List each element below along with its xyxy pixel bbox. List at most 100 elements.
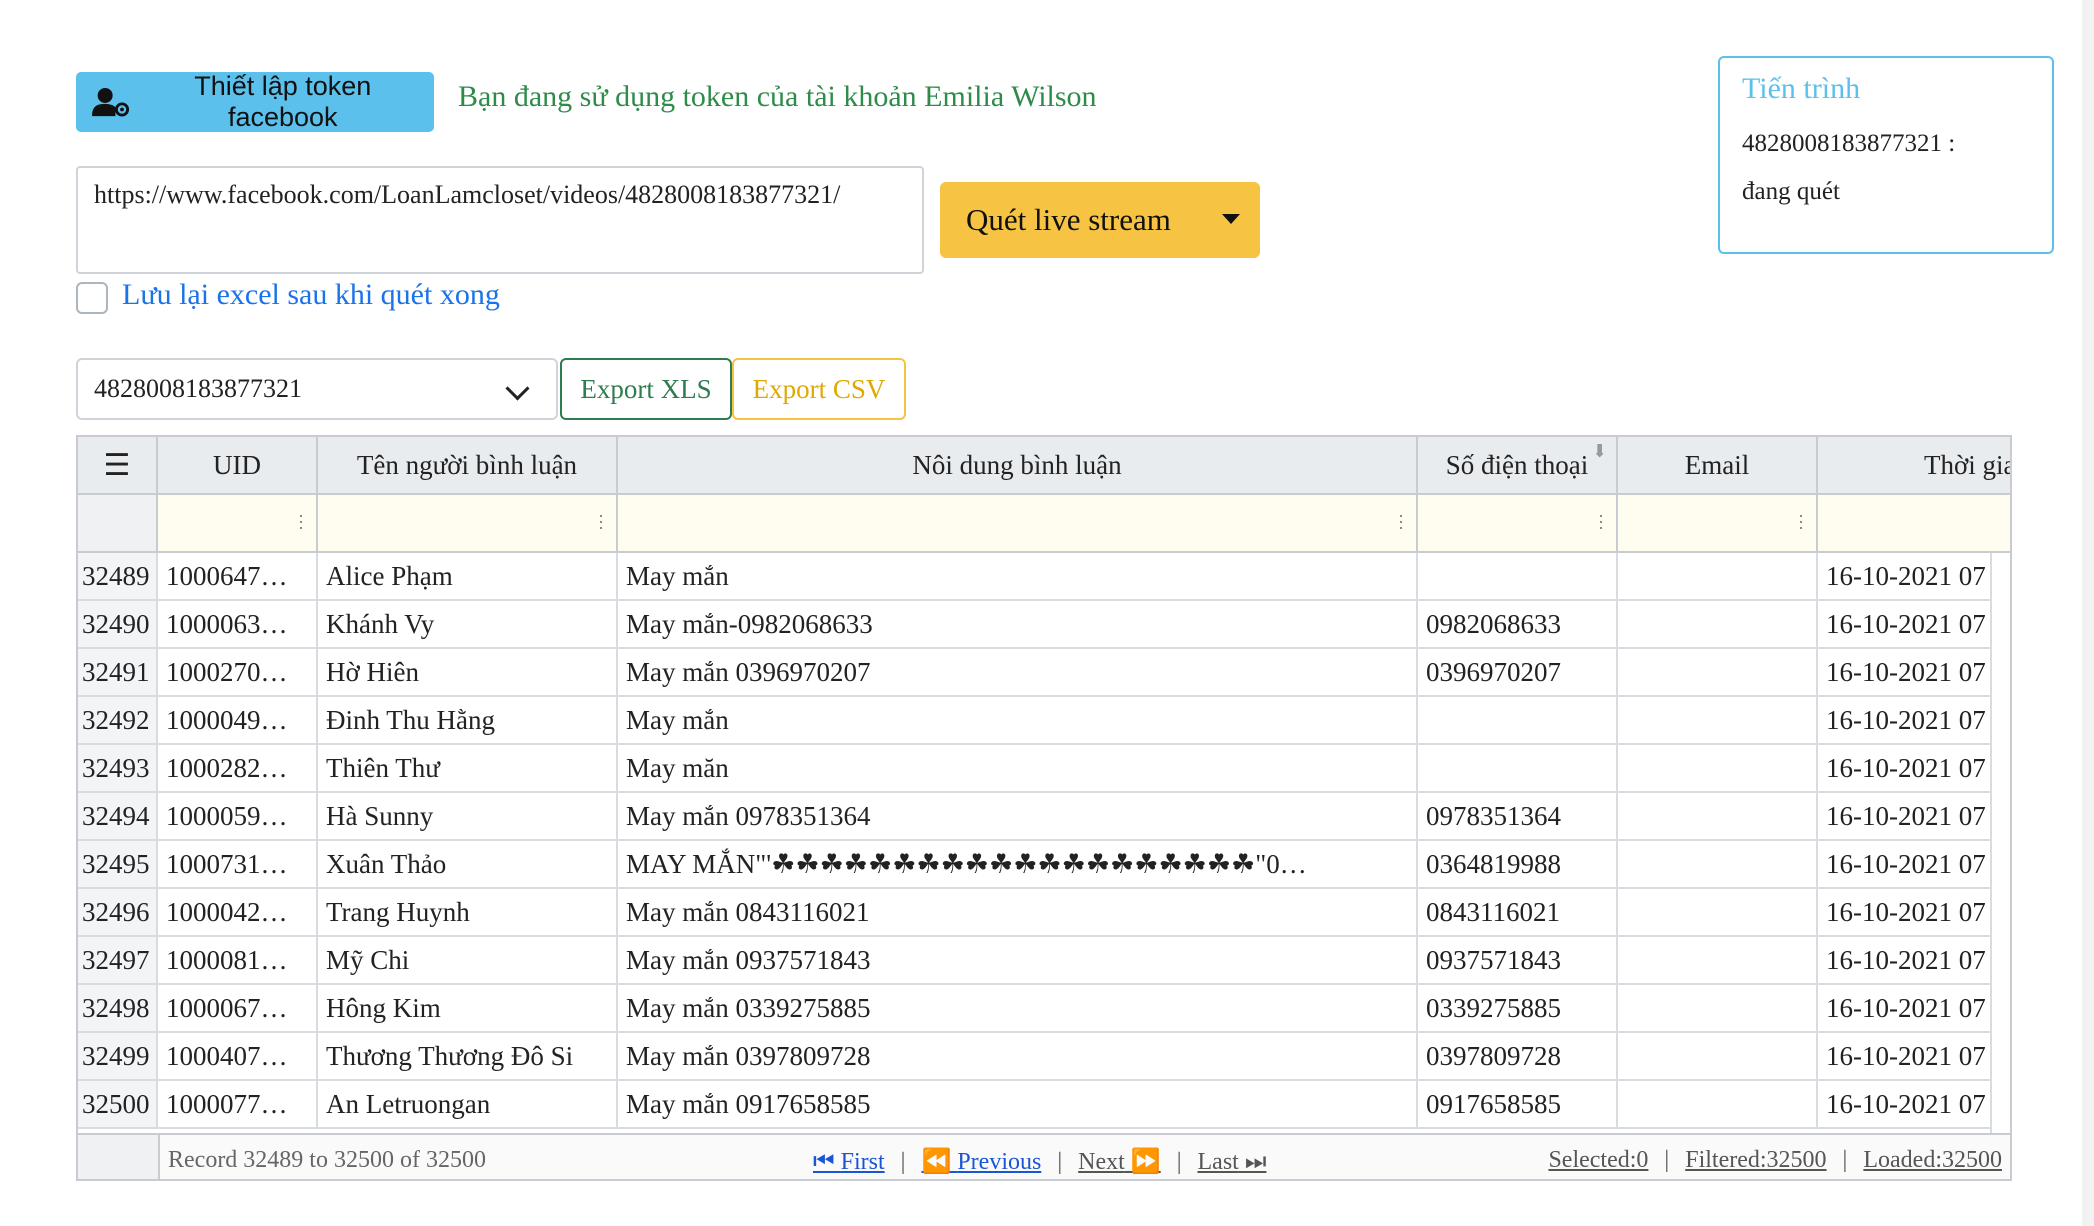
cell-row-number[interactable]: 32495 — [78, 841, 158, 889]
cell-time[interactable]: 16-10-2021 07 — [1818, 745, 2010, 793]
cell-commenter-name[interactable]: Alice Phạm — [318, 553, 618, 601]
cell-comment-content[interactable]: May mắn — [618, 553, 1418, 601]
filter-menu-icon[interactable]: · · · — [1798, 507, 1804, 537]
cell-email[interactable] — [1618, 745, 1818, 793]
cell-commenter-name[interactable]: Thương Thương Đô Si — [318, 1033, 618, 1081]
cell-time[interactable]: 16-10-2021 07 — [1818, 697, 2010, 745]
cell-phone[interactable]: 0397809728 — [1418, 1033, 1618, 1081]
cell-commenter-name[interactable]: Hà Sunny — [318, 793, 618, 841]
column-header-time[interactable]: Thời gian — [1818, 437, 2010, 495]
cell-row-number[interactable]: 32491 — [78, 649, 158, 697]
cell-phone[interactable]: 0396970207 — [1418, 649, 1618, 697]
vertical-scrollbar[interactable] — [1990, 553, 2010, 1133]
cell-phone[interactable]: 0917658585 — [1418, 1081, 1618, 1129]
cell-comment-content[interactable]: May mắn 0396970207 — [618, 649, 1418, 697]
cell-commenter-name[interactable]: Thiên Thư — [318, 745, 618, 793]
cell-phone[interactable]: 0339275885 — [1418, 985, 1618, 1033]
cell-comment-content[interactable]: May mắn — [618, 697, 1418, 745]
cell-commenter-name[interactable]: Xuân Thảo — [318, 841, 618, 889]
export-csv-button[interactable]: Export CSV — [732, 358, 906, 420]
column-header-commenter-name[interactable]: Tên người bình luận — [318, 437, 618, 495]
last-page-link[interactable]: Last ⏭ — [1198, 1149, 1267, 1175]
cell-comment-content[interactable]: May măn — [618, 745, 1418, 793]
cell-row-number[interactable]: 32492 — [78, 697, 158, 745]
scan-live-stream-button[interactable]: Quét live stream — [940, 182, 1260, 258]
cell-row-number[interactable]: 32498 — [78, 985, 158, 1033]
cell-comment-content[interactable]: May mắn 0843116021 — [618, 889, 1418, 937]
cell-email[interactable] — [1618, 601, 1818, 649]
cell-comment-content[interactable]: May mắn 0937571843 — [618, 937, 1418, 985]
cell-email[interactable] — [1618, 985, 1818, 1033]
video-select[interactable]: 4828008183877321 — [76, 358, 558, 420]
column-header-comment-content[interactable]: Nôi dung bình luận — [618, 437, 1418, 495]
save-excel-checkbox[interactable] — [76, 282, 108, 314]
cell-time[interactable]: 16-10-2021 07 — [1818, 937, 2010, 985]
cell-email[interactable] — [1618, 553, 1818, 601]
column-header-email[interactable]: Email — [1618, 437, 1818, 495]
cell-row-number[interactable]: 32493 — [78, 745, 158, 793]
cell-uid[interactable]: 1000081… — [158, 937, 318, 985]
cell-row-number[interactable]: 32490 — [78, 601, 158, 649]
cell-phone[interactable]: 0978351364 — [1418, 793, 1618, 841]
cell-email[interactable] — [1618, 649, 1818, 697]
cell-uid[interactable]: 1000067… — [158, 985, 318, 1033]
filter-cell-commenter-name[interactable]: · · · — [318, 495, 618, 553]
cell-time[interactable]: 16-10-2021 07 — [1818, 649, 2010, 697]
cell-time[interactable]: 16-10-2021 07 — [1818, 1033, 2010, 1081]
caret-down-icon[interactable] — [1222, 214, 1240, 224]
cell-comment-content[interactable]: May mắn-0982068633 — [618, 601, 1418, 649]
cell-time[interactable]: 16-10-2021 07 — [1818, 601, 2010, 649]
cell-row-number[interactable]: 32497 — [78, 937, 158, 985]
cell-row-number[interactable]: 32496 — [78, 889, 158, 937]
save-excel-label[interactable]: Lưu lại excel sau khi quét xong — [122, 278, 500, 312]
cell-email[interactable] — [1618, 1081, 1818, 1129]
loaded-count[interactable]: Loaded:32500 — [1863, 1147, 2002, 1173]
cell-phone[interactable] — [1418, 553, 1618, 601]
cell-email[interactable] — [1618, 697, 1818, 745]
cell-comment-content[interactable]: MAY MẮN"'☘☘☘☘☘☘☘☘☘☘☘☘☘☘☘☘☘☘☘☘"0… — [618, 841, 1418, 889]
cell-uid[interactable]: 1000282… — [158, 745, 318, 793]
cell-commenter-name[interactable]: Hờ Hiên — [318, 649, 618, 697]
token-settings-button[interactable]: Thiết lập token facebook — [76, 71, 434, 132]
cell-phone[interactable]: 0364819988 — [1418, 841, 1618, 889]
video-url-input[interactable] — [76, 166, 924, 274]
sort-arrow-icon[interactable]: ⬇ — [1592, 441, 1607, 462]
column-header-uid[interactable]: UID — [158, 437, 318, 495]
filter-menu-icon[interactable]: · · · — [298, 507, 304, 537]
cell-row-number[interactable]: 32489 — [78, 553, 158, 601]
cell-uid[interactable]: 1000042… — [158, 889, 318, 937]
cell-email[interactable] — [1618, 889, 1818, 937]
grid-menu-button[interactable]: ☰ — [78, 437, 158, 495]
cell-uid[interactable]: 1000059… — [158, 793, 318, 841]
cell-email[interactable] — [1618, 793, 1818, 841]
filter-cell-phone[interactable]: · · · — [1418, 495, 1618, 553]
cell-comment-content[interactable]: May mắn 0978351364 — [618, 793, 1418, 841]
cell-time[interactable]: 16-10-2021 07 — [1818, 985, 2010, 1033]
cell-phone[interactable] — [1418, 745, 1618, 793]
filter-menu-icon[interactable]: · · · — [1598, 507, 1604, 537]
filter-menu-icon[interactable]: · · · — [1398, 507, 1404, 537]
cell-row-number[interactable]: 32494 — [78, 793, 158, 841]
filtered-count[interactable]: Filtered:32500 — [1685, 1147, 1826, 1173]
cell-time[interactable]: 16-10-2021 07 — [1818, 889, 2010, 937]
filter-cell-email[interactable]: · · · — [1618, 495, 1818, 553]
next-page-link[interactable]: Next ⏩ — [1078, 1149, 1161, 1175]
cell-commenter-name[interactable]: Trang Huynh — [318, 889, 618, 937]
cell-uid[interactable]: 1000270… — [158, 649, 318, 697]
filter-cell-uid[interactable]: · · · — [158, 495, 318, 553]
window-scrollbar[interactable] — [2082, 0, 2094, 1226]
cell-phone[interactable] — [1418, 697, 1618, 745]
cell-email[interactable] — [1618, 1033, 1818, 1081]
cell-email[interactable] — [1618, 841, 1818, 889]
cell-comment-content[interactable]: May mắn 0397809728 — [618, 1033, 1418, 1081]
cell-row-number[interactable]: 32499 — [78, 1033, 158, 1081]
export-xls-button[interactable]: Export XLS — [560, 358, 732, 420]
column-header-phone[interactable]: Số điện thoại — [1418, 437, 1618, 495]
cell-commenter-name[interactable]: An Letruongan — [318, 1081, 618, 1129]
cell-comment-content[interactable]: May mắn 0917658585 — [618, 1081, 1418, 1129]
cell-commenter-name[interactable]: Mỹ Chi — [318, 937, 618, 985]
cell-phone[interactable]: 0843116021 — [1418, 889, 1618, 937]
filter-cell-time[interactable] — [1818, 495, 2010, 553]
cell-uid[interactable]: 1000731… — [158, 841, 318, 889]
filter-cell-comment-content[interactable]: · · · — [618, 495, 1418, 553]
